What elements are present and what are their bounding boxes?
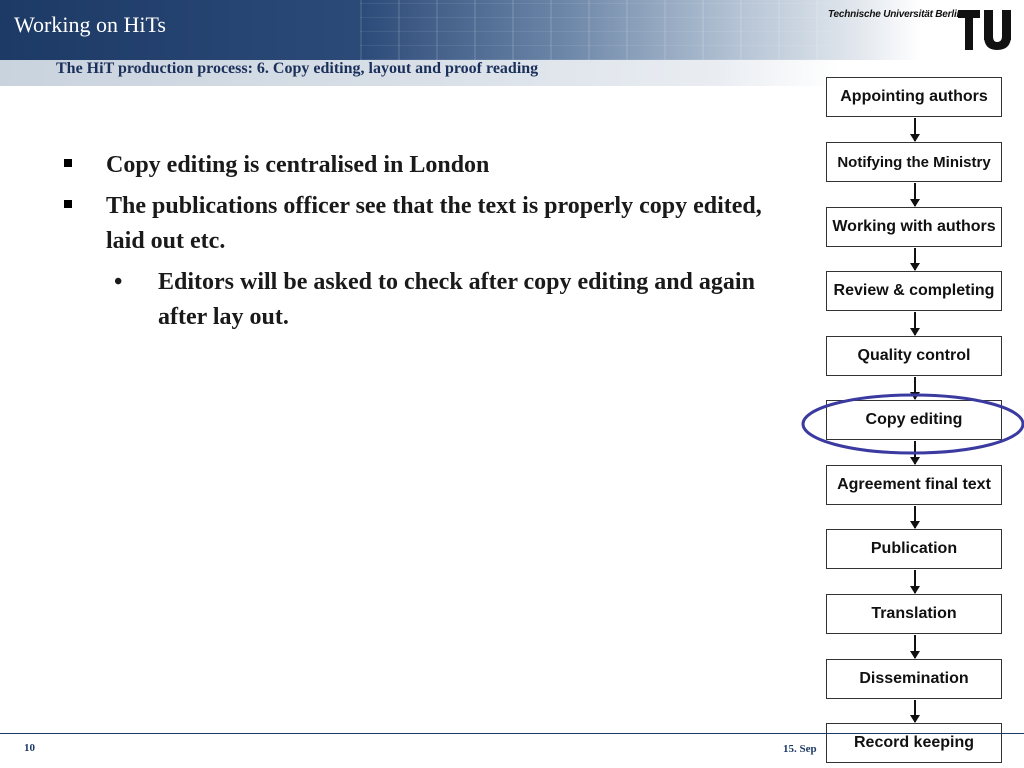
bullet-item: The publications officer see that the te… [62, 189, 802, 259]
bullet-text: The publications officer see that the te… [106, 193, 762, 254]
flow-step-review-completing: Review & completing [826, 271, 1002, 311]
flow-arrow [910, 700, 920, 723]
bullet-list: Copy editing is centralised in London Th… [62, 148, 802, 335]
flow-step-dissemination: Dissemination [826, 659, 1002, 699]
square-bullet-icon [64, 200, 72, 208]
flow-step-translation: Translation [826, 594, 1002, 634]
university-name: Technische Universität Berlin [828, 9, 963, 20]
flow-step-working-with-authors: Working with authors [826, 207, 1002, 247]
flow-arrow [910, 118, 920, 142]
slide-subtitle: The HiT production process: 6. Copy edit… [56, 60, 539, 77]
dot-bullet-icon: • [114, 269, 123, 295]
highlight-ellipse [801, 393, 1024, 455]
footer-date: 15. Sep [783, 743, 817, 755]
flow-step-quality-control: Quality control [826, 336, 1002, 376]
flow-arrow [910, 635, 920, 659]
flow-arrow [910, 183, 920, 207]
flow-step-agreement-final-text: Agreement final text [826, 465, 1002, 505]
sub-bullet-item: • Editors will be asked to check after c… [62, 265, 802, 335]
page-number: 10 [24, 742, 35, 754]
slide-title: Working on HiTs [14, 12, 166, 37]
flow-step-publication: Publication [826, 529, 1002, 569]
flow-step-record-keeping: Record keeping [826, 723, 1002, 763]
tu-berlin-logo-icon [958, 10, 1011, 50]
sub-bullet-text: Editors will be asked to check after cop… [158, 269, 755, 330]
flow-arrow [910, 312, 920, 336]
flow-step-appointing-authors: Appointing authors [826, 77, 1002, 117]
bullet-text: Copy editing is centralised in London [106, 152, 490, 178]
square-bullet-icon [64, 159, 72, 167]
flow-step-notifying-ministry: Notifying the Ministry [826, 142, 1002, 182]
footer-divider [0, 733, 1024, 734]
bullet-item: Copy editing is centralised in London [62, 148, 802, 183]
flow-arrow [910, 570, 920, 594]
flow-arrow [910, 506, 920, 529]
flow-arrow [910, 248, 920, 271]
